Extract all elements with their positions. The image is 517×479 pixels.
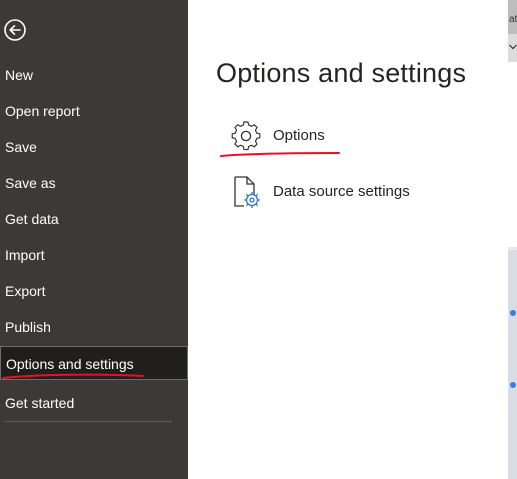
sidebar-item-new[interactable]: New bbox=[0, 58, 188, 92]
background-text: at bbox=[509, 14, 517, 25]
data-source-settings-label: Data source settings bbox=[273, 183, 410, 200]
options-label: Options bbox=[273, 127, 325, 144]
map-point bbox=[510, 310, 516, 316]
background-canvas bbox=[508, 62, 517, 247]
options-panel: Options and settings Options Data source… bbox=[188, 0, 508, 479]
sidebar-divider bbox=[5, 421, 172, 422]
red-underline-annotation bbox=[2, 373, 144, 379]
sidebar-item-save[interactable]: Save bbox=[0, 130, 188, 164]
map-point bbox=[510, 382, 516, 388]
background-map-visual bbox=[508, 250, 517, 479]
sidebar-item-publish[interactable]: Publish bbox=[0, 310, 188, 344]
red-underline-annotation bbox=[220, 152, 340, 157]
data-source-settings-button[interactable]: Data source settings bbox=[229, 175, 469, 211]
document-gear-icon bbox=[234, 176, 260, 208]
background-toolbar: at bbox=[508, 0, 517, 34]
page-title: Options and settings bbox=[216, 58, 467, 88]
backstage-sidebar: New Open report Save Save as Get data Im… bbox=[0, 0, 188, 479]
sidebar-item-get-started[interactable]: Get started bbox=[0, 386, 188, 420]
background-app-edge: at bbox=[508, 0, 517, 479]
sidebar-item-save-as[interactable]: Save as bbox=[0, 166, 188, 200]
back-arrow-icon[interactable] bbox=[3, 18, 27, 42]
sidebar-item-get-data[interactable]: Get data bbox=[0, 202, 188, 236]
sidebar-item-open-report[interactable]: Open report bbox=[0, 94, 188, 128]
chevron-down-icon bbox=[509, 44, 517, 50]
sidebar-item-import[interactable]: Import bbox=[0, 238, 188, 272]
background-ribbon bbox=[508, 34, 517, 62]
gear-icon bbox=[231, 121, 261, 151]
sidebar-item-export[interactable]: Export bbox=[0, 274, 188, 308]
